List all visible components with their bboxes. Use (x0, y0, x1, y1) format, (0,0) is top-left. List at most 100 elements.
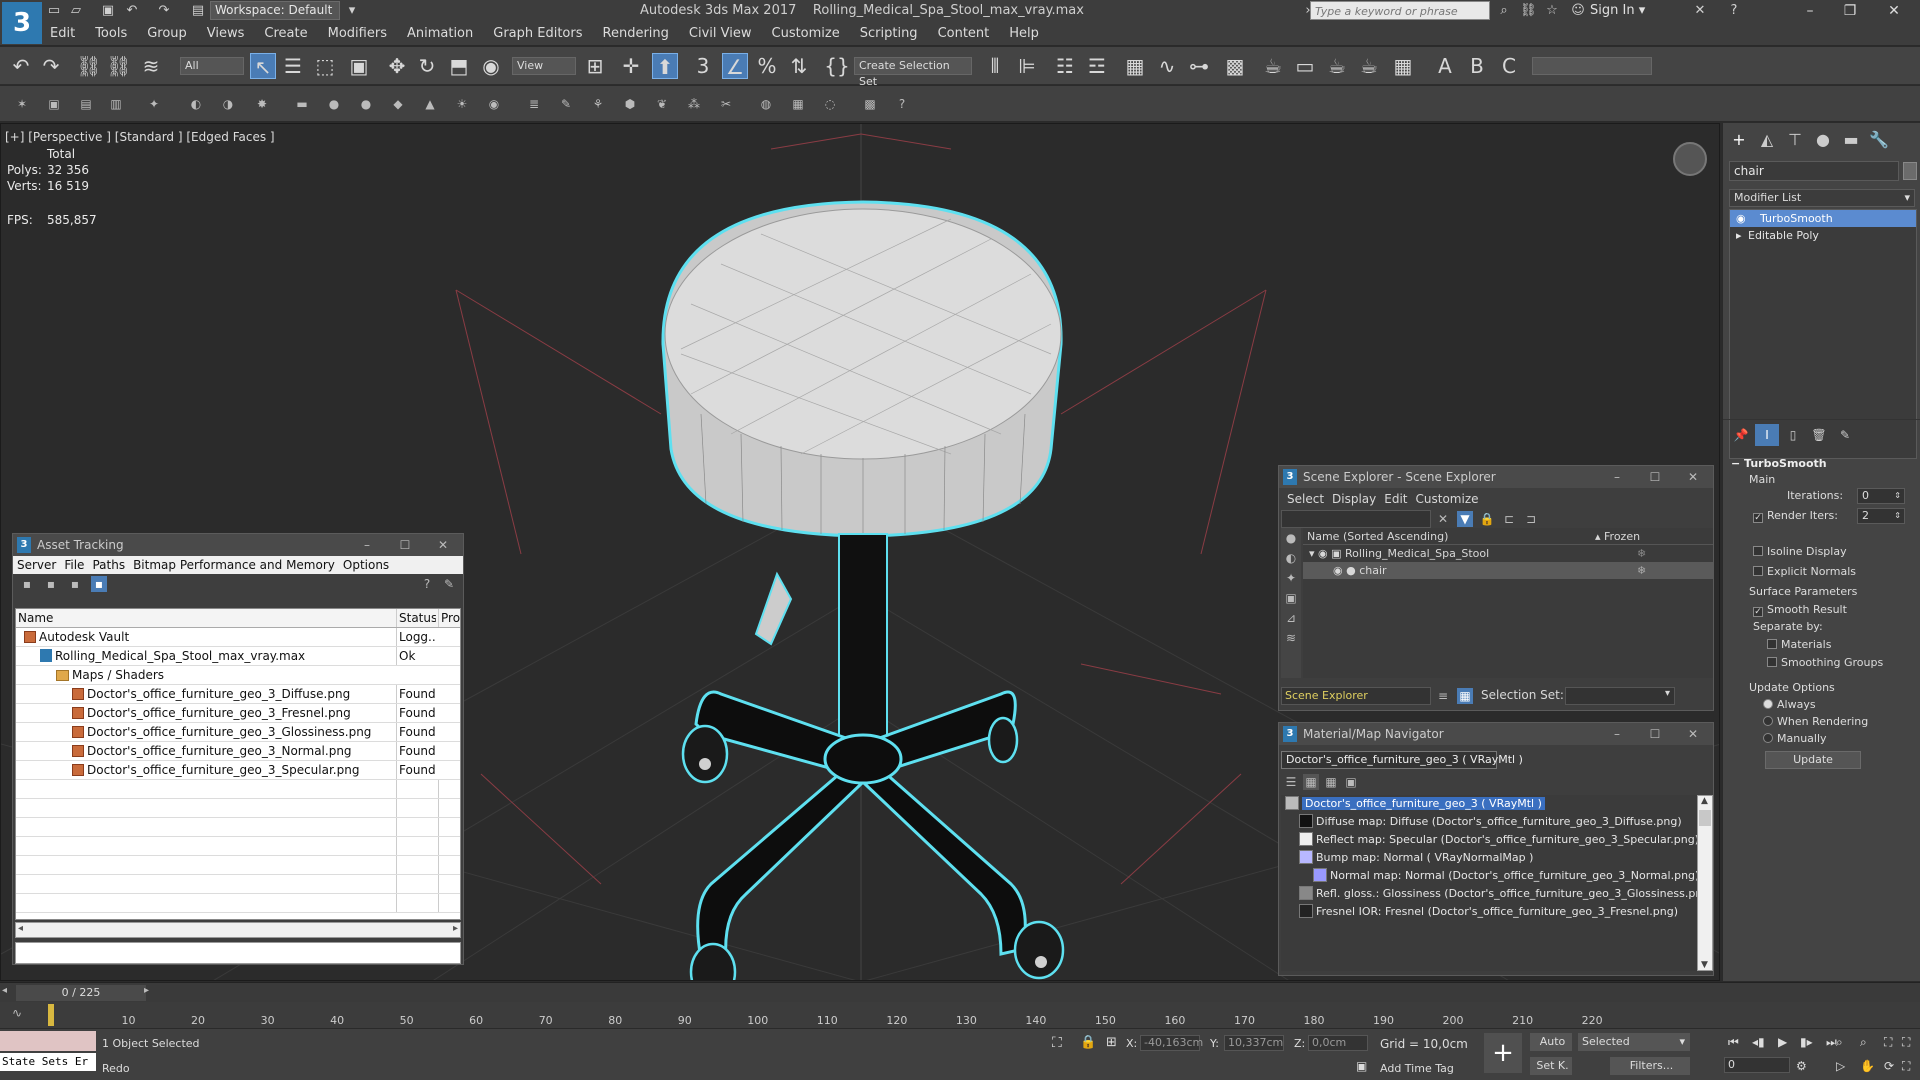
table-row[interactable]: Doctor's_office_furniture_geo_3_Diffuse.… (16, 685, 460, 704)
edit-named-selection-icon[interactable]: {} (824, 53, 850, 79)
vray-tree-icon[interactable]: ⚘ (590, 96, 606, 112)
minimize-icon[interactable]: – (1599, 723, 1635, 745)
z-coordinate-field[interactable]: 0,0cm (1308, 1035, 1368, 1051)
material-tree-item[interactable]: Refl. gloss.: Glossiness (Doctor's_offic… (1281, 885, 1697, 903)
redo-quick-icon[interactable]: ↷ (156, 3, 172, 19)
menu-help[interactable]: Help (999, 22, 1049, 46)
maximize-icon[interactable]: ☐ (1637, 723, 1673, 745)
link-icon[interactable]: ⛓ (76, 53, 102, 79)
list-view-icon[interactable]: ▪ (19, 576, 35, 592)
column-proxy[interactable]: Pro (438, 609, 460, 627)
table-row[interactable]: Doctor's_office_furniture_geo_3_Specular… (16, 761, 460, 780)
set-key-button[interactable]: Set K. (1530, 1057, 1572, 1075)
vray-leaf-icon[interactable]: ❦ (654, 96, 670, 112)
vray-sun-light-icon[interactable]: ☀ (454, 96, 470, 112)
reference-coordinate-dropdown[interactable]: View (512, 57, 576, 75)
vray-light-icon[interactable]: ✶ (14, 96, 30, 112)
minimize-icon[interactable]: – (1599, 466, 1635, 488)
project-folder-icon[interactable]: ▤ (190, 3, 206, 19)
when-rendering-radio[interactable]: When Rendering (1763, 715, 1868, 728)
table-view-icon[interactable]: ▪ (43, 576, 59, 592)
vray-frame-buffer-icon[interactable]: ▦ (1390, 53, 1416, 79)
clear-search-icon[interactable]: ✕ (1435, 511, 1451, 527)
search-input[interactable]: Type a keyword or phrase (1310, 1, 1490, 20)
menu-civil-view[interactable]: Civil View (679, 22, 762, 46)
help-icon[interactable]: ? (419, 576, 435, 592)
vray-bulb-icon[interactable]: ◌ (822, 96, 838, 112)
make-unique-icon[interactable]: ▯ (1781, 424, 1805, 446)
orbit-icon[interactable]: ⟳ (1884, 1059, 1894, 1073)
undo-icon[interactable]: ↶ (8, 53, 34, 79)
window-crossing-icon[interactable]: ▣ (346, 53, 372, 79)
display-tab-icon[interactable]: ▬ (1839, 129, 1863, 151)
smoothing-groups-checkbox[interactable]: Smoothing Groups (1767, 656, 1883, 669)
maxscript-listener[interactable]: State Sets Er (0, 1053, 96, 1071)
help-icon[interactable]: ? (1726, 3, 1742, 19)
maximize-viewport-icon[interactable]: ⛶ (1902, 1059, 1910, 1074)
lock-icon[interactable]: 🔒 (1479, 511, 1495, 527)
menu-group[interactable]: Group (137, 22, 197, 46)
remove-modifier-icon[interactable]: 🗑 (1807, 424, 1831, 446)
vray-plane-icon[interactable]: ▬ (294, 96, 310, 112)
key-filter-dropdown[interactable]: Selected ▾ (1578, 1033, 1690, 1051)
time-tag-icon[interactable]: ▣ (1356, 1059, 1367, 1073)
undo-quick-icon[interactable]: ↶ (124, 3, 140, 19)
bind-spacewarp-icon[interactable]: ≋ (138, 53, 164, 79)
show-end-result-icon[interactable]: Ⅰ (1755, 424, 1779, 446)
rect-selection-icon[interactable]: ⬚ (312, 53, 338, 79)
vray-ies-icon[interactable]: ▤ (78, 96, 94, 112)
smooth-result-checkbox[interactable]: ✓ Smooth Result (1753, 603, 1847, 617)
asset-menu-paths[interactable]: Paths (88, 558, 129, 572)
field-of-view-icon[interactable]: ▷ (1836, 1059, 1845, 1073)
tree-view-icon[interactable]: ▪ (67, 576, 83, 592)
c-tool-icon[interactable]: C (1496, 53, 1522, 79)
vray-toon-icon[interactable]: ◆ (390, 96, 406, 112)
current-frame-field[interactable]: 0 (1724, 1057, 1790, 1073)
selection-set-dropdown[interactable]: ▾ (1565, 687, 1675, 705)
auto-key-button[interactable]: Auto (1530, 1033, 1572, 1051)
material-tree-item[interactable]: Doctor's_office_furniture_geo_3 ( VRayMt… (1281, 795, 1697, 813)
add-time-tag-button[interactable]: Add Time Tag (1380, 1062, 1454, 1075)
zoom-all-icon[interactable]: ⌕ (1860, 1035, 1867, 1050)
material-tree-item[interactable]: Reflect map: Specular (Doctor's_office_f… (1281, 831, 1697, 849)
y-coordinate-field[interactable]: 10,337cm (1224, 1035, 1284, 1051)
time-config-icon[interactable]: ⚙ (1796, 1059, 1807, 1073)
app-logo-icon[interactable]: 3 (2, 2, 42, 44)
render-iterative-icon[interactable]: ☕ (1356, 53, 1382, 79)
settings-icon[interactable]: ✎ (441, 576, 457, 592)
render-production-icon[interactable]: ☕ (1324, 53, 1350, 79)
selection-filter-dropdown[interactable]: All (180, 57, 244, 75)
zoom-icon[interactable]: ⌕ (1836, 1035, 1843, 1050)
vray-cone-icon[interactable]: ▲ (422, 96, 438, 112)
full-view-icon[interactable]: ▪ (91, 576, 107, 592)
unlink-icon[interactable]: ⛓ (106, 53, 132, 79)
next-key-icon[interactable]: ▮▸ (1800, 1035, 1813, 1049)
pan-icon[interactable]: ✋ (1860, 1059, 1875, 1073)
modify-tab-icon[interactable]: ◭ (1755, 129, 1779, 151)
menu-scripting[interactable]: Scripting (850, 22, 928, 46)
angle-snap-icon[interactable]: ∠ (722, 53, 748, 79)
zoom-extents-icon[interactable]: ⛶ (1884, 1035, 1892, 1050)
vray-pen-icon[interactable]: ✎ (558, 96, 574, 112)
always-radio[interactable]: Always (1763, 698, 1816, 711)
redo-icon[interactable]: ↷ (38, 53, 64, 79)
bevel-text-icon[interactable]: B (1464, 53, 1490, 79)
expand-arrow-icon[interactable]: ▸ (1736, 227, 1742, 244)
maxscript-mini-input[interactable] (0, 1031, 96, 1051)
vray-grid-icon[interactable]: ▦ (790, 96, 806, 112)
vray-sphere-icon[interactable]: ● (326, 96, 342, 112)
keyboard-shortcut-override-icon[interactable]: ⬆ (652, 53, 678, 79)
scene-explorer-icon[interactable]: ▦ (1122, 53, 1148, 79)
filter-icon[interactable]: ▼ (1457, 511, 1473, 527)
prev-frame-icon[interactable]: ◂ (2, 985, 7, 996)
vray-shield-icon[interactable]: ⬢ (622, 96, 638, 112)
vray-orb-icon[interactable]: ◉ (486, 96, 502, 112)
rotate-icon[interactable]: ↻ (414, 53, 440, 79)
view-list-icon[interactable]: ☰ (1283, 774, 1299, 790)
mirror-icon[interactable]: ⫴ (982, 53, 1008, 79)
column-frozen[interactable]: ▴ Frozen (1595, 528, 1640, 545)
asset-menu-file[interactable]: File (60, 558, 88, 572)
scene-item-chair[interactable]: ◉ ● chair ❄ (1303, 562, 1713, 579)
save-file-icon[interactable]: ▣ (100, 3, 116, 19)
asset-menu-options[interactable]: Options (339, 558, 393, 572)
